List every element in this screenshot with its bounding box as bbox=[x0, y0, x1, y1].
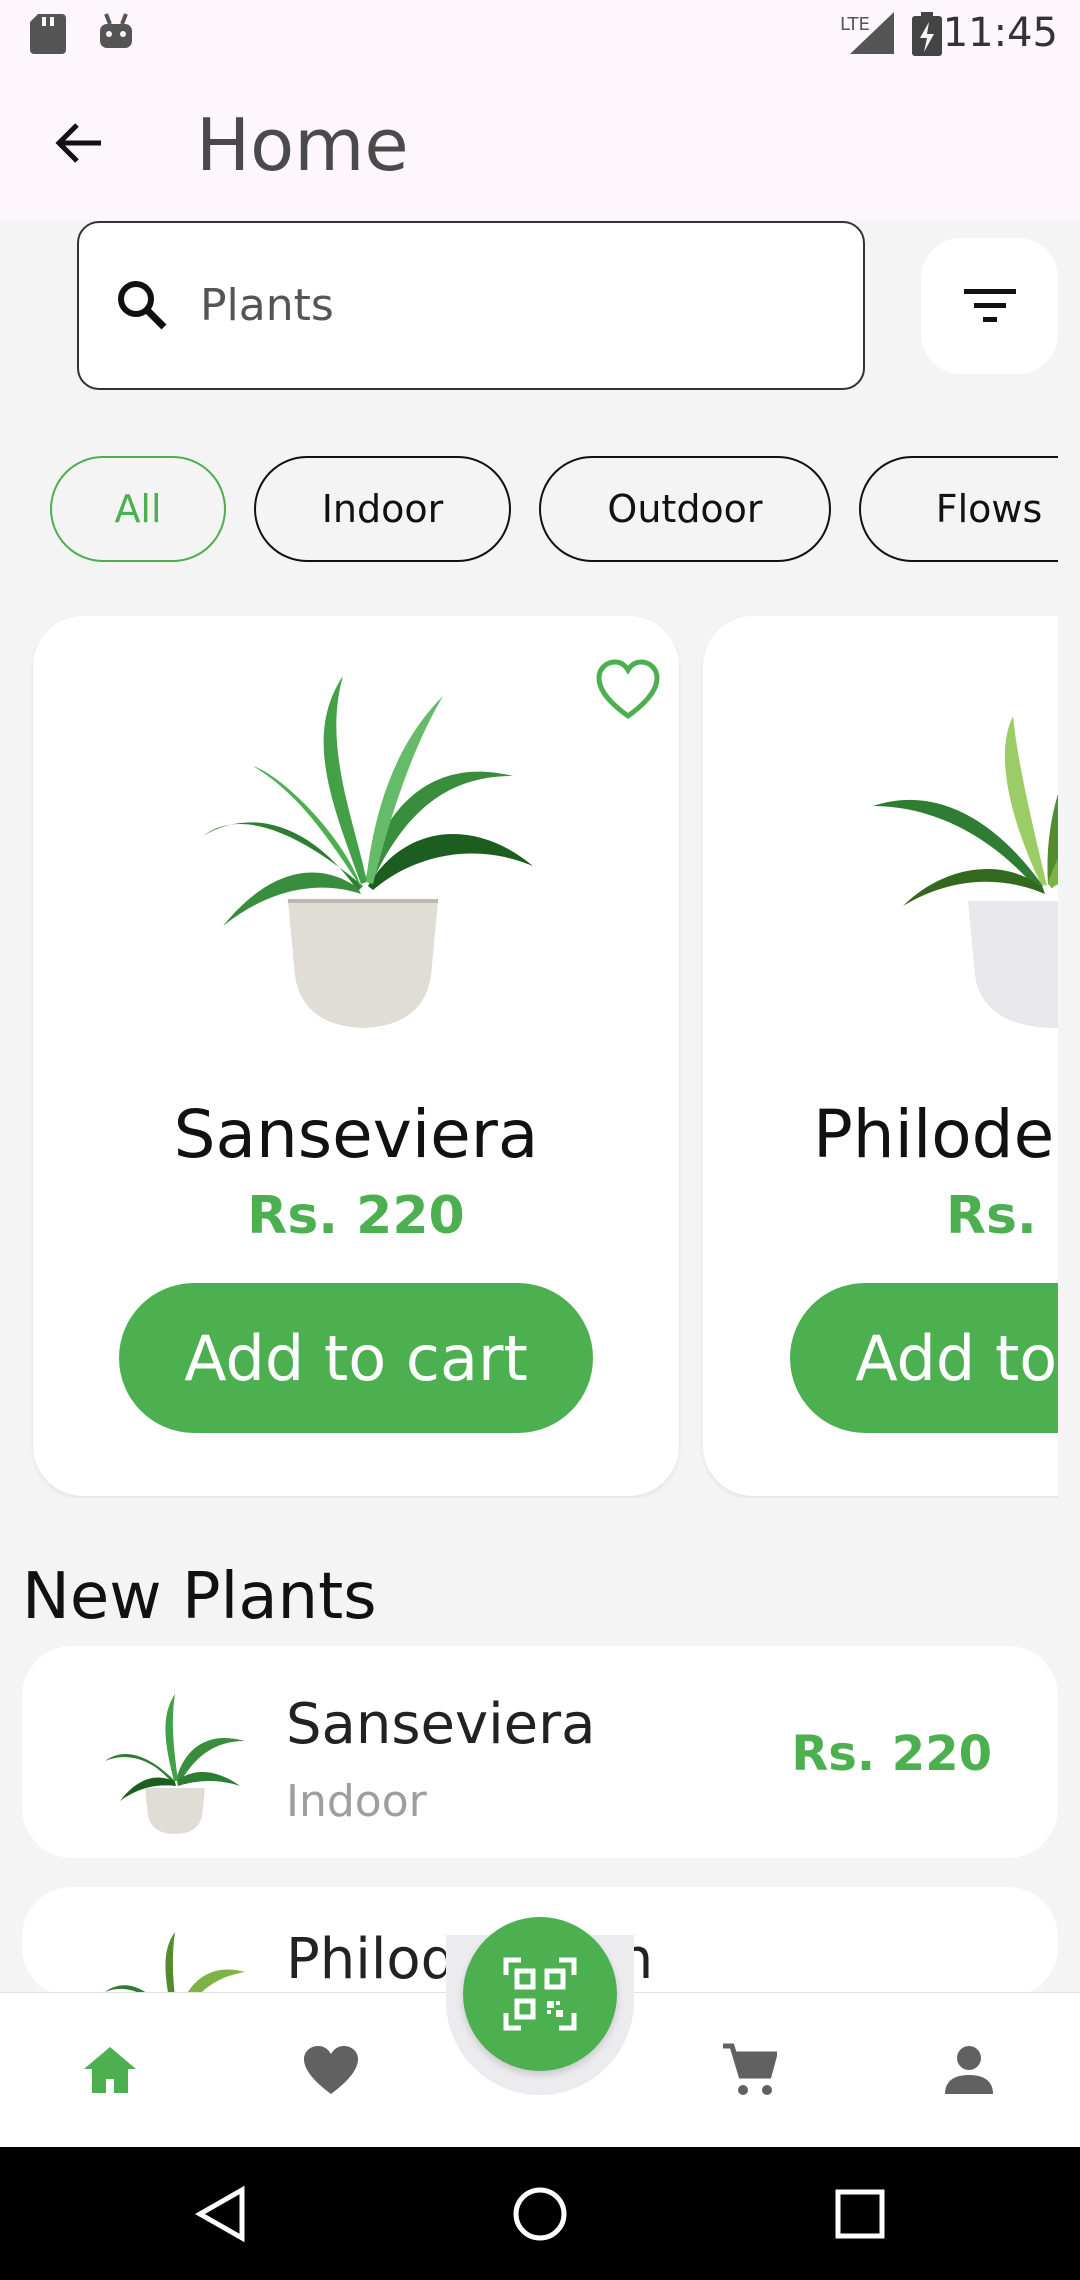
search-icon bbox=[118, 281, 167, 330]
sd-card-icon bbox=[30, 14, 66, 54]
battery-charging-icon bbox=[912, 12, 942, 56]
add-to-cart-button[interactable]: Add to cart bbox=[119, 1283, 593, 1433]
scan-qr-button[interactable] bbox=[463, 1917, 617, 2071]
plant-name: Sanseviera bbox=[286, 1692, 596, 1757]
product-name: Sanseviera bbox=[173, 1096, 539, 1173]
heart-outline-icon[interactable] bbox=[593, 656, 663, 726]
plant-image bbox=[203, 676, 533, 1028]
nav-home[interactable] bbox=[70, 2030, 150, 2110]
plant-category: Indoor bbox=[286, 1776, 427, 1827]
search-input[interactable] bbox=[200, 275, 800, 335]
section-title: New Plants bbox=[22, 1560, 377, 1634]
nav-profile[interactable] bbox=[929, 2030, 1009, 2110]
chip-label: Outdoor bbox=[607, 487, 763, 531]
triangle-back-icon bbox=[194, 2185, 245, 2243]
home-icon bbox=[84, 2047, 136, 2093]
add-to-cart-button[interactable]: Add to cart bbox=[790, 1283, 1058, 1433]
cart-icon bbox=[723, 2043, 777, 2095]
square-recents-icon bbox=[835, 2189, 885, 2239]
system-recents-button[interactable] bbox=[818, 2172, 902, 2256]
nav-favorites[interactable] bbox=[291, 2030, 371, 2110]
qr-code-icon bbox=[503, 1957, 577, 2031]
chip-indoor[interactable]: Indoor bbox=[254, 456, 511, 562]
category-chips: All Indoor Outdoor Flows bbox=[0, 456, 1058, 564]
system-back-button[interactable] bbox=[178, 2172, 262, 2256]
status-bar: LTE 11:45 bbox=[0, 0, 1080, 66]
chip-label: Indoor bbox=[321, 487, 444, 531]
product-name: Philodendron bbox=[813, 1096, 1058, 1173]
chip-all[interactable]: All bbox=[50, 456, 226, 562]
product-price: Rs. 1 bbox=[946, 1186, 1058, 1246]
app-bar bbox=[0, 66, 1080, 220]
chip-outdoor[interactable]: Outdoor bbox=[539, 456, 831, 562]
plant-thumbnail bbox=[105, 1932, 245, 1997]
arrow-left-icon bbox=[55, 123, 101, 163]
product-price: Rs. 220 bbox=[247, 1186, 465, 1246]
chip-label: Flows bbox=[935, 487, 1043, 531]
product-card[interactable]: Philodendron Rs. 1 Add to cart bbox=[703, 616, 1058, 1496]
filter-icon bbox=[963, 289, 1016, 322]
featured-carousel[interactable]: Sanseviera Rs. 220 Add to cart Philodend… bbox=[0, 616, 1058, 1498]
nav-cart[interactable] bbox=[709, 2030, 789, 2110]
list-item[interactable]: Sanseviera Indoor Rs. 220 bbox=[22, 1646, 1058, 1858]
filter-button[interactable] bbox=[921, 238, 1058, 374]
plant-price: Rs. 220 bbox=[791, 1726, 992, 1782]
plant-thumbnail bbox=[105, 1694, 245, 1834]
back-button[interactable] bbox=[40, 105, 116, 181]
chip-flows[interactable]: Flows bbox=[859, 456, 1058, 562]
system-home-button[interactable] bbox=[498, 2172, 582, 2256]
chip-label: All bbox=[114, 487, 162, 531]
plant-image bbox=[873, 716, 1058, 1028]
page-title: Home bbox=[196, 103, 409, 187]
signal-icon bbox=[850, 12, 894, 54]
status-time: 11:45 bbox=[942, 10, 1058, 56]
android-icon bbox=[100, 13, 132, 48]
circle-home-icon bbox=[513, 2187, 567, 2241]
heart-icon bbox=[304, 2046, 358, 2094]
product-card[interactable]: Sanseviera Rs. 220 Add to cart bbox=[33, 616, 679, 1496]
person-icon bbox=[945, 2046, 993, 2094]
